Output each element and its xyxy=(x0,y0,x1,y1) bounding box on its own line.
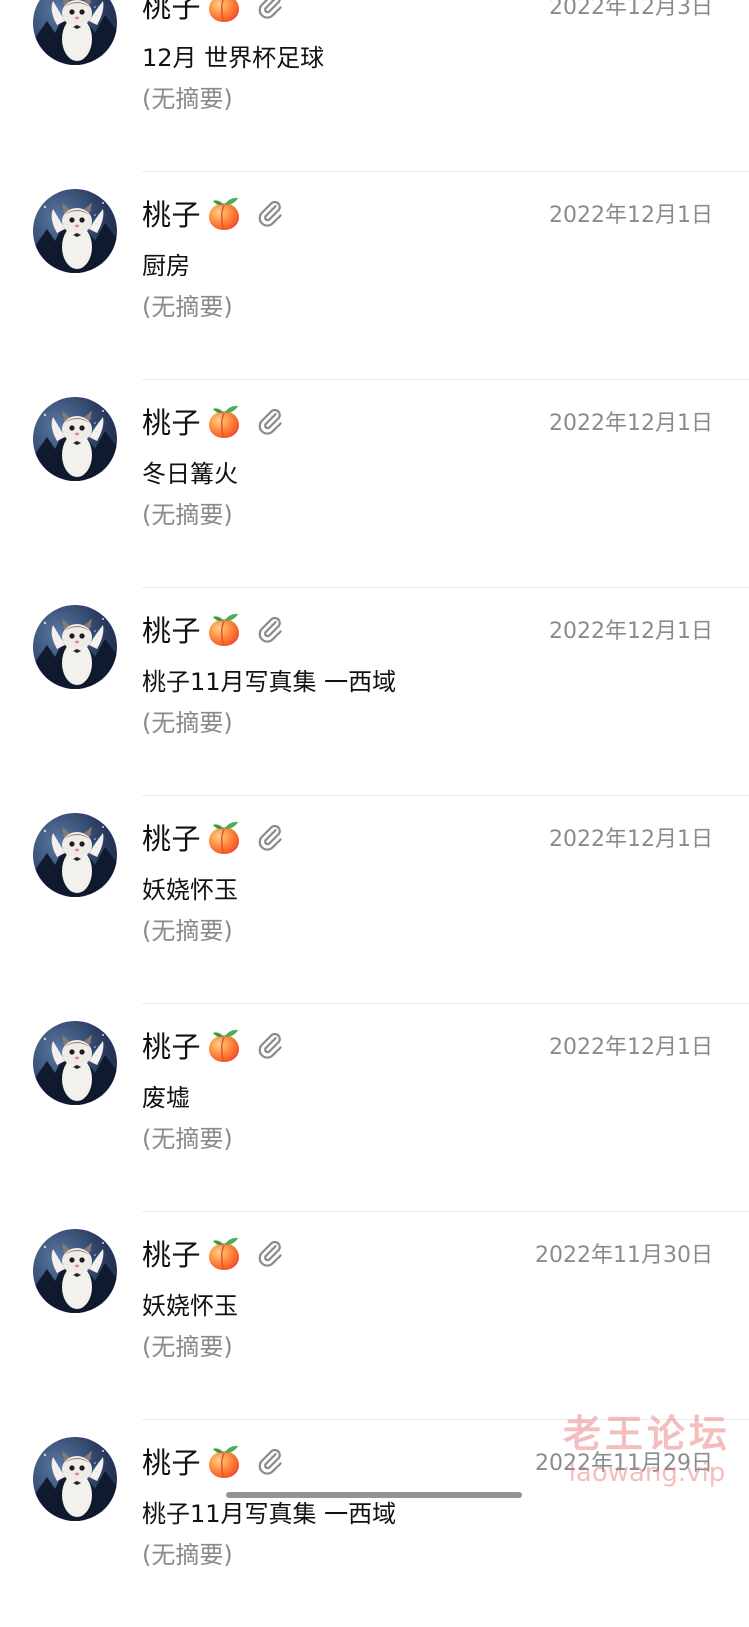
sender-row: 桃子 xyxy=(142,1025,285,1065)
sender-avatar[interactable] xyxy=(33,605,117,689)
sender-row: 桃子 xyxy=(142,1233,285,1273)
mail-subject: 废墟 xyxy=(142,1078,190,1113)
mail-summary: (无摘要) xyxy=(142,1119,233,1154)
mail-date: 2022年12月1日 xyxy=(549,197,713,229)
mail-date: 2022年11月29日 xyxy=(535,1445,713,1477)
paperclip-icon xyxy=(255,406,285,436)
mail-subject: 妖娆怀玉 xyxy=(142,870,238,905)
sender-row: 桃子 xyxy=(142,0,285,25)
mail-list-item[interactable]: 桃子 2022年12月1日妖娆怀玉 (无摘要) xyxy=(0,795,749,1003)
peach-emoji-icon xyxy=(205,1442,243,1480)
mail-list-item[interactable]: 桃子 2022年12月1日桃子11月写真集 一西域 (无摘要) xyxy=(0,587,749,795)
paperclip-icon xyxy=(255,822,285,852)
sender-avatar[interactable] xyxy=(33,1021,117,1105)
peach-emoji-icon xyxy=(205,1026,243,1064)
mail-date: 2022年12月1日 xyxy=(549,405,713,437)
sender-name: 桃子 xyxy=(142,192,201,234)
peach-emoji-icon xyxy=(205,194,243,232)
sender-avatar[interactable] xyxy=(33,397,117,481)
sender-name: 桃子 xyxy=(142,608,201,650)
list-divider xyxy=(142,587,749,588)
sender-name: 桃子 xyxy=(142,1440,201,1482)
mail-subject: 厨房 xyxy=(142,246,190,281)
list-divider xyxy=(142,1003,749,1004)
mail-summary: (无摘要) xyxy=(142,703,233,738)
peach-emoji-icon xyxy=(205,818,243,856)
sender-name: 桃子 xyxy=(142,1232,201,1274)
mail-summary: (无摘要) xyxy=(142,287,233,322)
sender-row: 桃子 xyxy=(142,817,285,857)
sender-avatar[interactable] xyxy=(33,1437,117,1521)
sender-avatar[interactable] xyxy=(33,1229,117,1313)
sender-avatar[interactable] xyxy=(33,0,117,65)
sender-name: 桃子 xyxy=(142,1024,201,1066)
mail-summary: (无摘要) xyxy=(142,495,233,530)
sender-name: 桃子 xyxy=(142,400,201,442)
mail-summary: (无摘要) xyxy=(142,1327,233,1362)
mail-list-item[interactable]: 桃子 2022年12月1日厨房 (无摘要) xyxy=(0,171,749,379)
mail-list-item[interactable]: 桃子 2022年11月29日桃子11月写真集 一西域 (无摘要) xyxy=(0,1419,749,1627)
mail-subject: 12月 世界杯足球 xyxy=(142,38,324,73)
mail-date: 2022年12月1日 xyxy=(549,613,713,645)
sender-row: 桃子 xyxy=(142,193,285,233)
home-indicator[interactable] xyxy=(226,1492,522,1498)
mail-date: 2022年11月30日 xyxy=(535,1237,713,1269)
list-divider xyxy=(142,1211,749,1212)
mail-subject: 桃子11月写真集 一西域 xyxy=(142,662,396,697)
list-divider xyxy=(142,1419,749,1420)
sender-row: 桃子 xyxy=(142,401,285,441)
mail-subject: 妖娆怀玉 xyxy=(142,1286,238,1321)
mail-list-item[interactable]: 桃子 2022年12月1日冬日篝火 (无摘要) xyxy=(0,379,749,587)
mail-summary: (无摘要) xyxy=(142,79,233,114)
mail-list: 桃子2022年12月3日12月 世界杯足球(无摘要)桃子2022年12月1日厨房… xyxy=(0,0,749,1627)
mail-subject: 桃子11月写真集 一西域 xyxy=(142,1494,396,1529)
mail-summary: (无摘要) xyxy=(142,1535,233,1570)
paperclip-icon xyxy=(255,0,285,20)
list-divider xyxy=(142,171,749,172)
peach-emoji-icon xyxy=(205,610,243,648)
list-divider xyxy=(142,795,749,796)
mail-list-item[interactable]: 桃子 2022年11月30日妖娆怀玉 (无摘要) xyxy=(0,1211,749,1419)
list-divider xyxy=(142,379,749,380)
mail-subject: 冬日篝火 xyxy=(142,454,238,489)
paperclip-icon xyxy=(255,614,285,644)
paperclip-icon xyxy=(255,198,285,228)
paperclip-icon xyxy=(255,1446,285,1476)
mail-list-item[interactable]: 桃子 2022年12月3日 12月 世界杯足球 (无摘要) xyxy=(0,0,749,171)
sender-avatar[interactable] xyxy=(33,189,117,273)
mail-date: 2022年12月1日 xyxy=(549,821,713,853)
sender-name: 桃子 xyxy=(142,0,201,26)
paperclip-icon xyxy=(255,1030,285,1060)
peach-emoji-icon xyxy=(205,0,243,24)
sender-name: 桃子 xyxy=(142,816,201,858)
paperclip-icon xyxy=(255,1238,285,1268)
sender-avatar[interactable] xyxy=(33,813,117,897)
sender-row: 桃子 xyxy=(142,609,285,649)
sender-row: 桃子 xyxy=(142,1441,285,1481)
mail-summary: (无摘要) xyxy=(142,911,233,946)
mail-date: 2022年12月3日 xyxy=(549,0,713,21)
peach-emoji-icon xyxy=(205,1234,243,1272)
peach-emoji-icon xyxy=(205,402,243,440)
mail-date: 2022年12月1日 xyxy=(549,1029,713,1061)
mail-list-item[interactable]: 桃子 2022年12月1日废墟 (无摘要) xyxy=(0,1003,749,1211)
